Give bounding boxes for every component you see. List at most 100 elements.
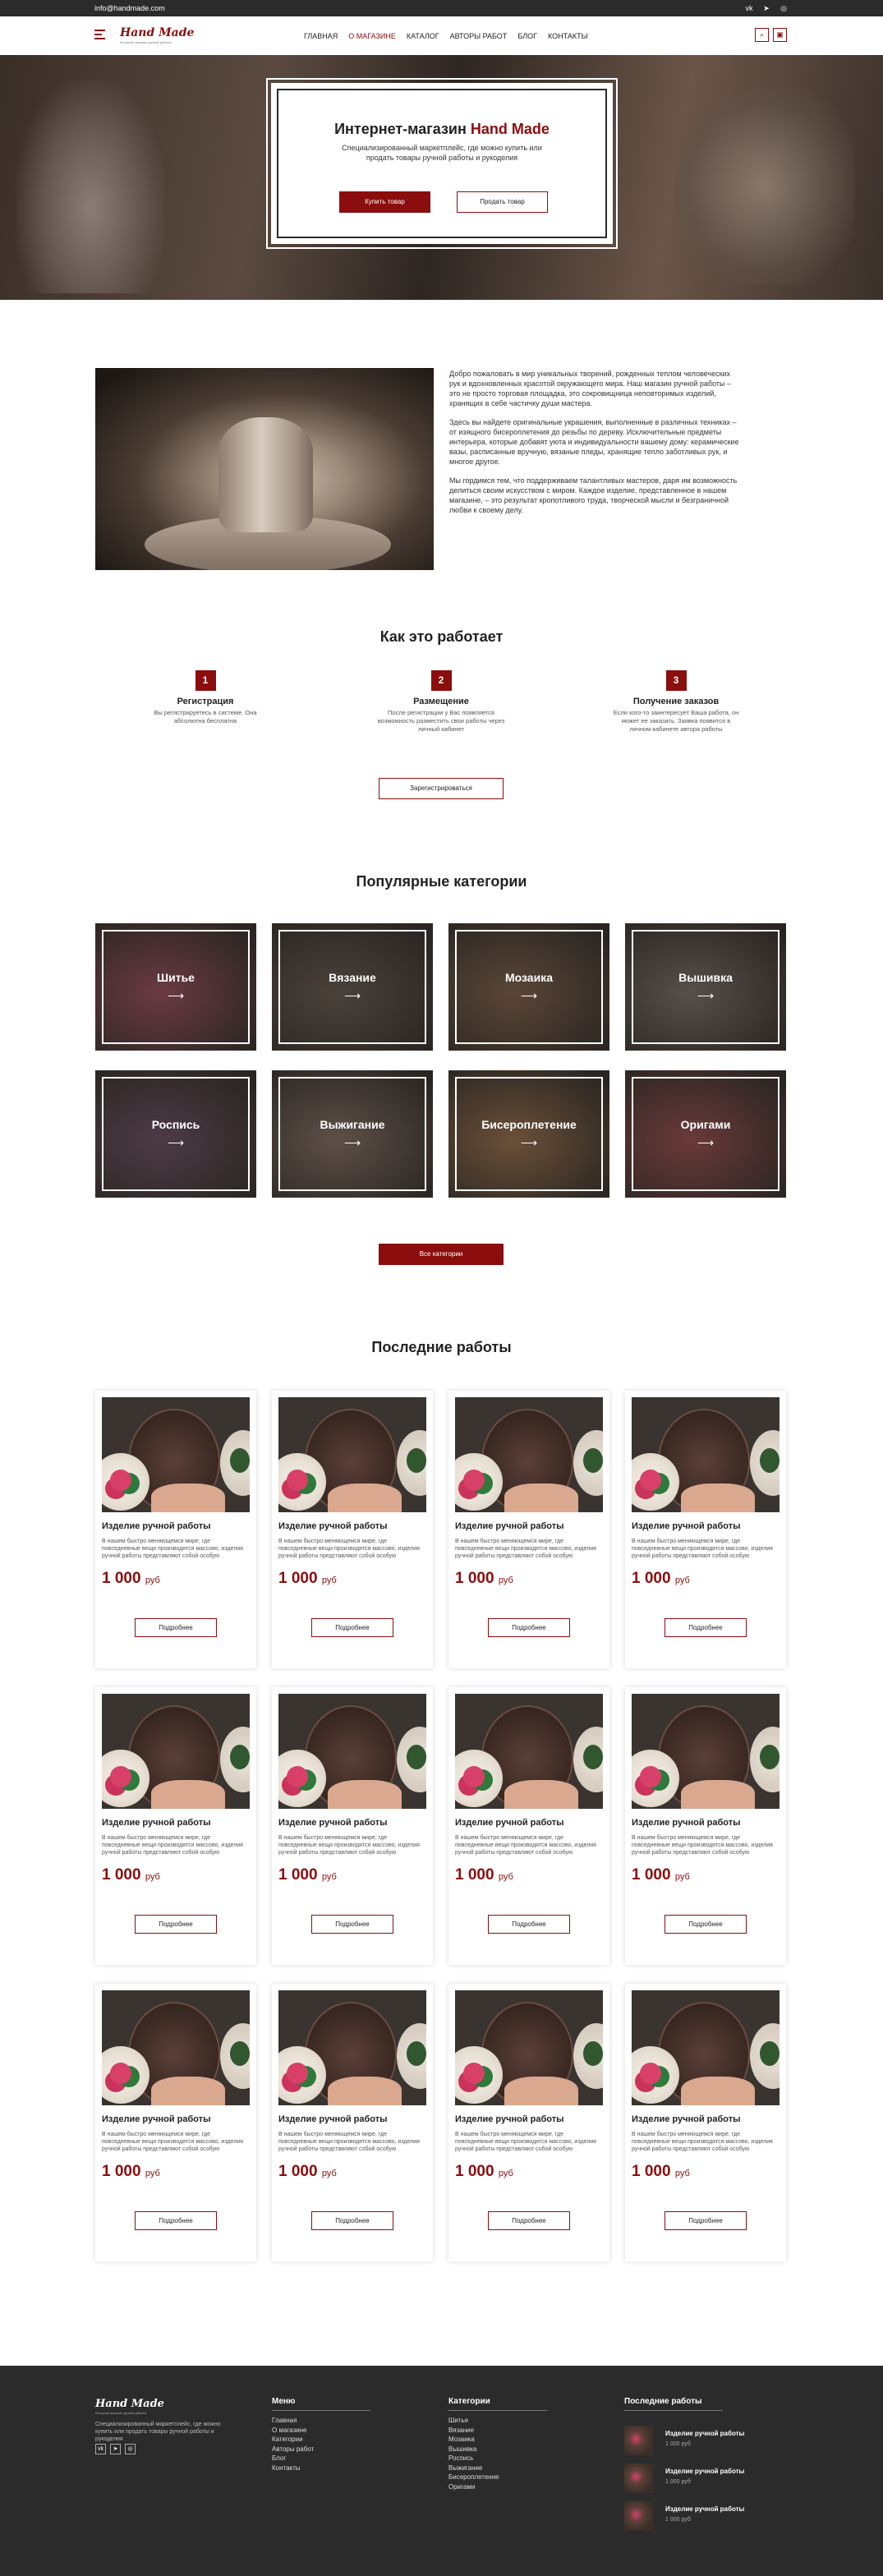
details-button[interactable]: Подробнее xyxy=(665,2211,747,2230)
footer-latest-item[interactable]: Изделие ручной работы 1 000 руб xyxy=(624,2426,756,2455)
product-title[interactable]: Изделие ручной работы xyxy=(278,2114,388,2124)
details-button[interactable]: Подробнее xyxy=(488,1915,570,1934)
hero-text: Специализированный маркетплейс, где можн… xyxy=(342,144,542,162)
email-link[interactable]: info@handmade.com xyxy=(94,4,165,12)
footer-latest-item[interactable]: Изделие ручной работы 1 000 руб xyxy=(624,2463,756,2493)
details-button[interactable]: Подробнее xyxy=(135,1915,217,1934)
product-image[interactable] xyxy=(102,1990,250,2105)
details-button[interactable]: Подробнее xyxy=(135,2211,217,2230)
product-image[interactable] xyxy=(102,1694,250,1809)
instagram-icon[interactable]: ◎ xyxy=(779,3,789,13)
product-title[interactable]: Изделие ручной работы xyxy=(632,2114,741,2124)
category-tile[interactable]: Бисероплетение ⟶ xyxy=(448,1070,609,1198)
vk-icon[interactable]: vk xyxy=(95,2444,106,2454)
nav-item-home[interactable]: ГЛАВНАЯ xyxy=(304,32,338,40)
details-button[interactable]: Подробнее xyxy=(311,1618,393,1637)
footer-menu-item[interactable]: О магазине xyxy=(272,2426,370,2436)
footer-menu-item[interactable]: Главная xyxy=(272,2416,370,2426)
nav-item-catalog[interactable]: КАТАЛОГ xyxy=(407,32,439,40)
category-tile[interactable]: Выжигание ⟶ xyxy=(272,1070,433,1198)
product-title[interactable]: Изделие ручной работы xyxy=(455,1818,564,1828)
product-image[interactable] xyxy=(278,1990,426,2105)
search-button[interactable]: ⌕ xyxy=(755,28,769,42)
hero-card-inner: Интернет-магазин Hand Made Специализиров… xyxy=(277,89,607,238)
product-image[interactable] xyxy=(102,1397,250,1512)
product-title[interactable]: Изделие ручной работы xyxy=(455,1521,564,1531)
sell-button[interactable]: Продать товар xyxy=(457,191,548,213)
footer-category-item[interactable]: Мозаика xyxy=(448,2435,547,2445)
product-image-hand xyxy=(504,1780,578,1809)
product-price: 1 000 руб xyxy=(632,1866,690,1884)
category-tile[interactable]: Шитье ⟶ xyxy=(95,923,256,1051)
product-price: 1 000 руб xyxy=(278,2163,337,2181)
details-button[interactable]: Подробнее xyxy=(311,2211,393,2230)
product-title[interactable]: Изделие ручной работы xyxy=(102,1521,211,1531)
footer-category-item[interactable]: Вязание xyxy=(448,2426,547,2436)
details-button[interactable]: Подробнее xyxy=(665,1618,747,1637)
details-button[interactable]: Подробнее xyxy=(488,2211,570,2230)
menu-icon[interactable] xyxy=(94,30,105,39)
product-price-value: 1 000 xyxy=(278,1570,318,1587)
product-image[interactable] xyxy=(455,1397,603,1512)
category-tile[interactable]: Роспись ⟶ xyxy=(95,1070,256,1198)
footer-category-item[interactable]: Бисероплетение xyxy=(448,2472,547,2482)
product-image[interactable] xyxy=(632,1694,780,1809)
product-image[interactable] xyxy=(278,1694,426,1809)
category-tile[interactable]: Вышивка ⟶ xyxy=(625,923,786,1051)
product-image[interactable] xyxy=(455,1990,603,2105)
product-currency: руб xyxy=(674,2169,690,2178)
footer-menu-item[interactable]: Категории xyxy=(272,2435,370,2445)
product-title[interactable]: Изделие ручной работы xyxy=(102,1818,211,1828)
footer-menu-item[interactable]: Контакты xyxy=(272,2463,370,2473)
logo[interactable]: Hand Made Интернет-магазин ручной работы xyxy=(120,26,194,44)
category-frame xyxy=(632,930,780,1044)
footer-category-item[interactable]: Роспись xyxy=(448,2454,547,2463)
footer-category-item[interactable]: Шитье xyxy=(448,2416,547,2426)
product-image-plate xyxy=(750,2023,780,2089)
hero-background-jars xyxy=(674,88,854,285)
telegram-icon[interactable]: ➤ xyxy=(761,3,771,13)
product-image-hand xyxy=(504,2077,578,2105)
product-title[interactable]: Изделие ручной работы xyxy=(632,1818,741,1828)
nav-item-about[interactable]: О МАГАЗИНЕ xyxy=(348,32,396,40)
nav-item-blog[interactable]: БЛОГ xyxy=(517,32,537,40)
category-frame xyxy=(455,1077,603,1191)
instagram-icon[interactable]: ◎ xyxy=(125,2444,136,2454)
product-image[interactable] xyxy=(455,1694,603,1809)
footer-category-item[interactable]: Выжигание xyxy=(448,2463,547,2473)
register-button[interactable]: Зарегистрироваться xyxy=(379,778,504,799)
category-tile[interactable]: Вязание ⟶ xyxy=(272,923,433,1051)
product-image[interactable] xyxy=(632,1990,780,2105)
telegram-icon[interactable]: ➤ xyxy=(110,2444,121,2454)
footer-category-item[interactable]: Вышивка xyxy=(448,2445,547,2454)
category-tile[interactable]: Мозаика ⟶ xyxy=(448,923,609,1051)
cart-button[interactable]: ▣ xyxy=(773,28,787,42)
product-image[interactable] xyxy=(632,1397,780,1512)
footer-category-item[interactable]: Оригами xyxy=(448,2482,547,2492)
category-tile[interactable]: Оригами ⟶ xyxy=(625,1070,786,1198)
product-price-value: 1 000 xyxy=(632,1570,671,1587)
product-title[interactable]: Изделие ручной работы xyxy=(102,2114,211,2124)
product-title[interactable]: Изделие ручной работы xyxy=(278,1521,388,1531)
footer-latest-item[interactable]: Изделие ручной работы 1 000 руб xyxy=(624,2501,756,2531)
product-price: 1 000 руб xyxy=(632,1570,690,1588)
product-image[interactable] xyxy=(278,1397,426,1512)
footer-logo[interactable]: Hand Made xyxy=(95,2398,164,2410)
buy-button[interactable]: Купить товар xyxy=(339,191,430,213)
product-title[interactable]: Изделие ручной работы xyxy=(278,1818,388,1828)
nav-item-authors[interactable]: АВТОРЫ РАБОТ xyxy=(450,32,508,40)
product-currency: руб xyxy=(674,1872,690,1882)
footer: Hand Made Интернет-магазин ручной работы… xyxy=(0,2366,883,2576)
vk-icon[interactable]: vk xyxy=(744,3,754,13)
all-categories-button[interactable]: Все категории xyxy=(379,1244,504,1265)
product-image-hand xyxy=(151,1780,225,1809)
product-title[interactable]: Изделие ручной работы xyxy=(455,2114,564,2124)
details-button[interactable]: Подробнее xyxy=(311,1915,393,1934)
footer-menu-item[interactable]: Блог xyxy=(272,2454,370,2463)
details-button[interactable]: Подробнее xyxy=(665,1915,747,1934)
nav-item-contacts[interactable]: КОНТАКТЫ xyxy=(548,32,588,40)
details-button[interactable]: Подробнее xyxy=(488,1618,570,1637)
footer-menu-item[interactable]: Авторы работ xyxy=(272,2445,370,2454)
details-button[interactable]: Подробнее xyxy=(135,1618,217,1637)
product-title[interactable]: Изделие ручной работы xyxy=(632,1521,741,1531)
